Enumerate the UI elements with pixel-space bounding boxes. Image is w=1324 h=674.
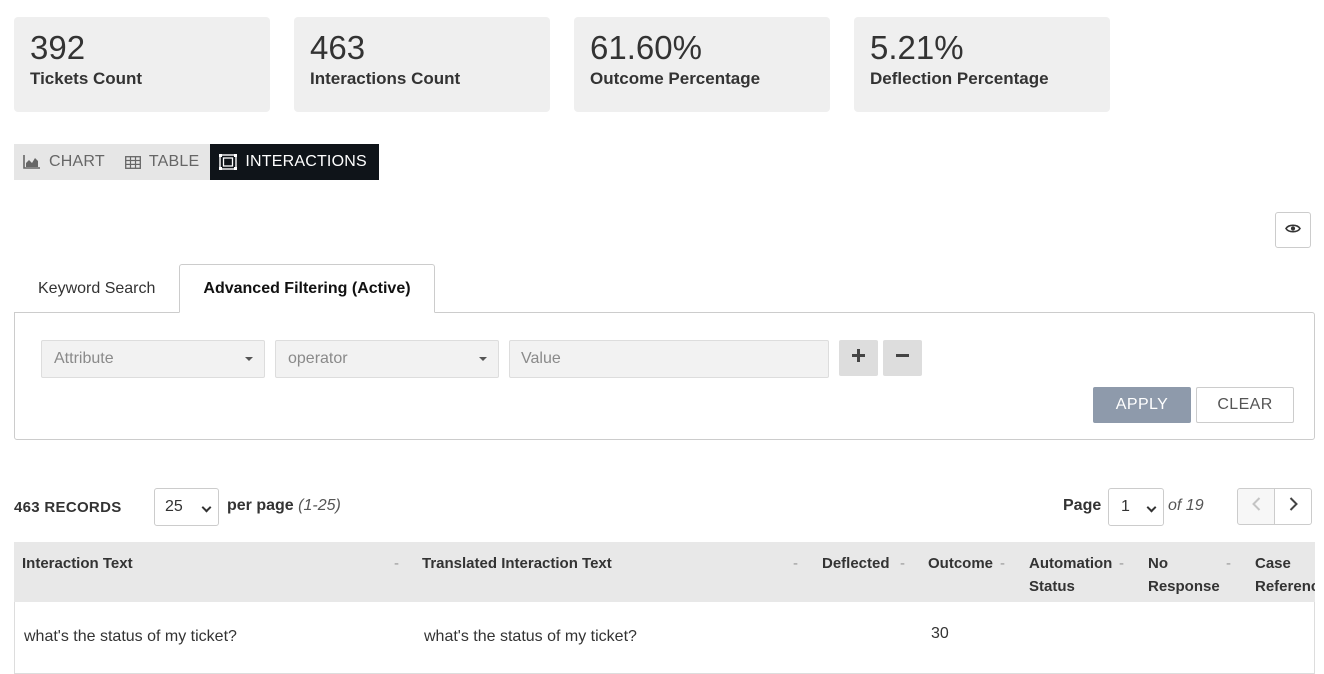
remove-filter-button[interactable] bbox=[883, 340, 922, 376]
column-header-label: Outcome bbox=[928, 555, 994, 572]
per-page-text: per page (1-25) bbox=[227, 497, 341, 515]
tab-advanced-filtering[interactable]: Advanced Filtering (Active) bbox=[179, 264, 435, 313]
stat-value: 392 bbox=[30, 29, 86, 66]
chevron-left-icon bbox=[1251, 497, 1261, 516]
attribute-select-value: Attribute bbox=[54, 350, 114, 367]
stat-label: Outcome Percentage bbox=[590, 69, 761, 88]
column-header-label: Automation Status bbox=[1029, 555, 1113, 595]
chart-view-button[interactable]: CHART bbox=[14, 144, 116, 180]
add-filter-button[interactable] bbox=[839, 340, 878, 376]
column-header-translated-text[interactable]: Translated Interaction Text - bbox=[422, 552, 802, 575]
table-row[interactable]: what's the status of my ticket? what's t… bbox=[14, 602, 1315, 674]
caret-down-icon bbox=[245, 357, 253, 361]
plus-icon bbox=[852, 349, 865, 367]
stat-label: Deflection Percentage bbox=[870, 69, 1049, 88]
operator-select-value: operator bbox=[288, 350, 348, 367]
column-header-label: No Response bbox=[1148, 555, 1220, 595]
interactions-table: Interaction Text - Translated Interactio… bbox=[14, 542, 1315, 674]
per-page-label: per page bbox=[227, 497, 294, 514]
page-label: Page bbox=[1063, 497, 1102, 514]
previous-page-button[interactable] bbox=[1237, 488, 1275, 525]
attribute-select[interactable]: Attribute bbox=[41, 340, 265, 378]
stat-card-interactions: 463 Interactions Count bbox=[294, 17, 550, 112]
interactions-icon bbox=[219, 154, 238, 170]
column-header-label: Case Reference bbox=[1255, 555, 1315, 595]
sort-indicator: - bbox=[1119, 555, 1124, 572]
apply-button[interactable]: APPLY bbox=[1093, 387, 1191, 423]
chart-view-label: CHART bbox=[49, 153, 105, 170]
table-view-label: TABLE bbox=[148, 153, 200, 170]
sort-indicator: - bbox=[900, 555, 905, 572]
chevron-right-icon bbox=[1289, 497, 1298, 516]
chevron-down-icon bbox=[201, 502, 212, 513]
cell-interaction-text: what's the status of my ticket? bbox=[24, 628, 237, 645]
records-count: 463 RECORDS bbox=[14, 499, 122, 516]
clear-button[interactable]: CLEAR bbox=[1196, 387, 1294, 423]
table-view-button[interactable]: TABLE bbox=[115, 144, 211, 180]
column-header-case-reference[interactable]: Case Reference bbox=[1255, 552, 1315, 598]
eye-icon bbox=[1285, 221, 1301, 239]
column-header-interaction-text[interactable]: Interaction Text - bbox=[22, 552, 402, 575]
column-header-label: Deflected bbox=[822, 555, 890, 572]
operator-select[interactable]: operator bbox=[275, 340, 499, 378]
column-header-deflected[interactable]: Deflected - bbox=[822, 552, 912, 575]
minus-icon bbox=[896, 349, 909, 367]
area-chart-icon bbox=[23, 155, 41, 169]
stat-card-tickets: 392 Tickets Count bbox=[14, 17, 270, 112]
filter-tabs: Keyword Search Advanced Filtering (Activ… bbox=[14, 264, 435, 313]
stat-card-outcome: 61.60% Outcome Percentage bbox=[574, 17, 830, 112]
column-header-label: Interaction Text bbox=[22, 555, 133, 572]
interactions-view-label: INTERACTIONS bbox=[245, 153, 367, 170]
total-pages: of 19 bbox=[1168, 497, 1204, 514]
cell-outcome: 30 bbox=[931, 625, 949, 642]
stat-label: Tickets Count bbox=[30, 69, 143, 88]
page-select[interactable]: 1 bbox=[1108, 488, 1164, 526]
caret-down-icon bbox=[479, 357, 487, 361]
column-header-no-response[interactable]: No Response - bbox=[1148, 552, 1234, 598]
column-header-automation-status[interactable]: Automation Status - bbox=[1029, 552, 1131, 598]
stats-row: 392 Tickets Count 463 Interactions Count… bbox=[14, 17, 1110, 112]
tab-keyword-search[interactable]: Keyword Search bbox=[14, 264, 179, 313]
column-header-label: Translated Interaction Text bbox=[422, 555, 612, 572]
stat-value: 463 bbox=[310, 29, 366, 66]
per-page-select[interactable]: 25 bbox=[154, 488, 219, 526]
column-visibility-button[interactable] bbox=[1275, 212, 1311, 248]
next-page-button[interactable] bbox=[1274, 488, 1312, 525]
sort-indicator: - bbox=[1000, 555, 1005, 572]
chevron-down-icon bbox=[1146, 502, 1157, 513]
advanced-filter-panel: Attribute operator APPLY CLEAR bbox=[14, 312, 1315, 440]
stat-value: 5.21% bbox=[870, 29, 964, 66]
stat-value: 61.60% bbox=[590, 29, 702, 66]
record-range: (1-25) bbox=[298, 497, 341, 514]
page-select-value: 1 bbox=[1121, 498, 1130, 515]
view-toggle: CHART TABLE INTERACTIONS bbox=[14, 144, 379, 180]
column-header-outcome[interactable]: Outcome - bbox=[928, 552, 1018, 575]
cell-translated-text: what's the status of my ticket? bbox=[424, 628, 637, 645]
sort-indicator: - bbox=[1226, 555, 1231, 572]
sort-indicator: - bbox=[793, 555, 798, 572]
stat-label: Interactions Count bbox=[310, 69, 461, 88]
value-input[interactable] bbox=[509, 340, 829, 378]
per-page-value: 25 bbox=[165, 498, 183, 515]
table-header: Interaction Text - Translated Interactio… bbox=[14, 542, 1315, 602]
table-icon bbox=[124, 155, 141, 169]
stat-card-deflection: 5.21% Deflection Percentage bbox=[854, 17, 1110, 112]
sort-indicator: - bbox=[394, 555, 399, 572]
interactions-view-button[interactable]: INTERACTIONS bbox=[210, 144, 379, 180]
